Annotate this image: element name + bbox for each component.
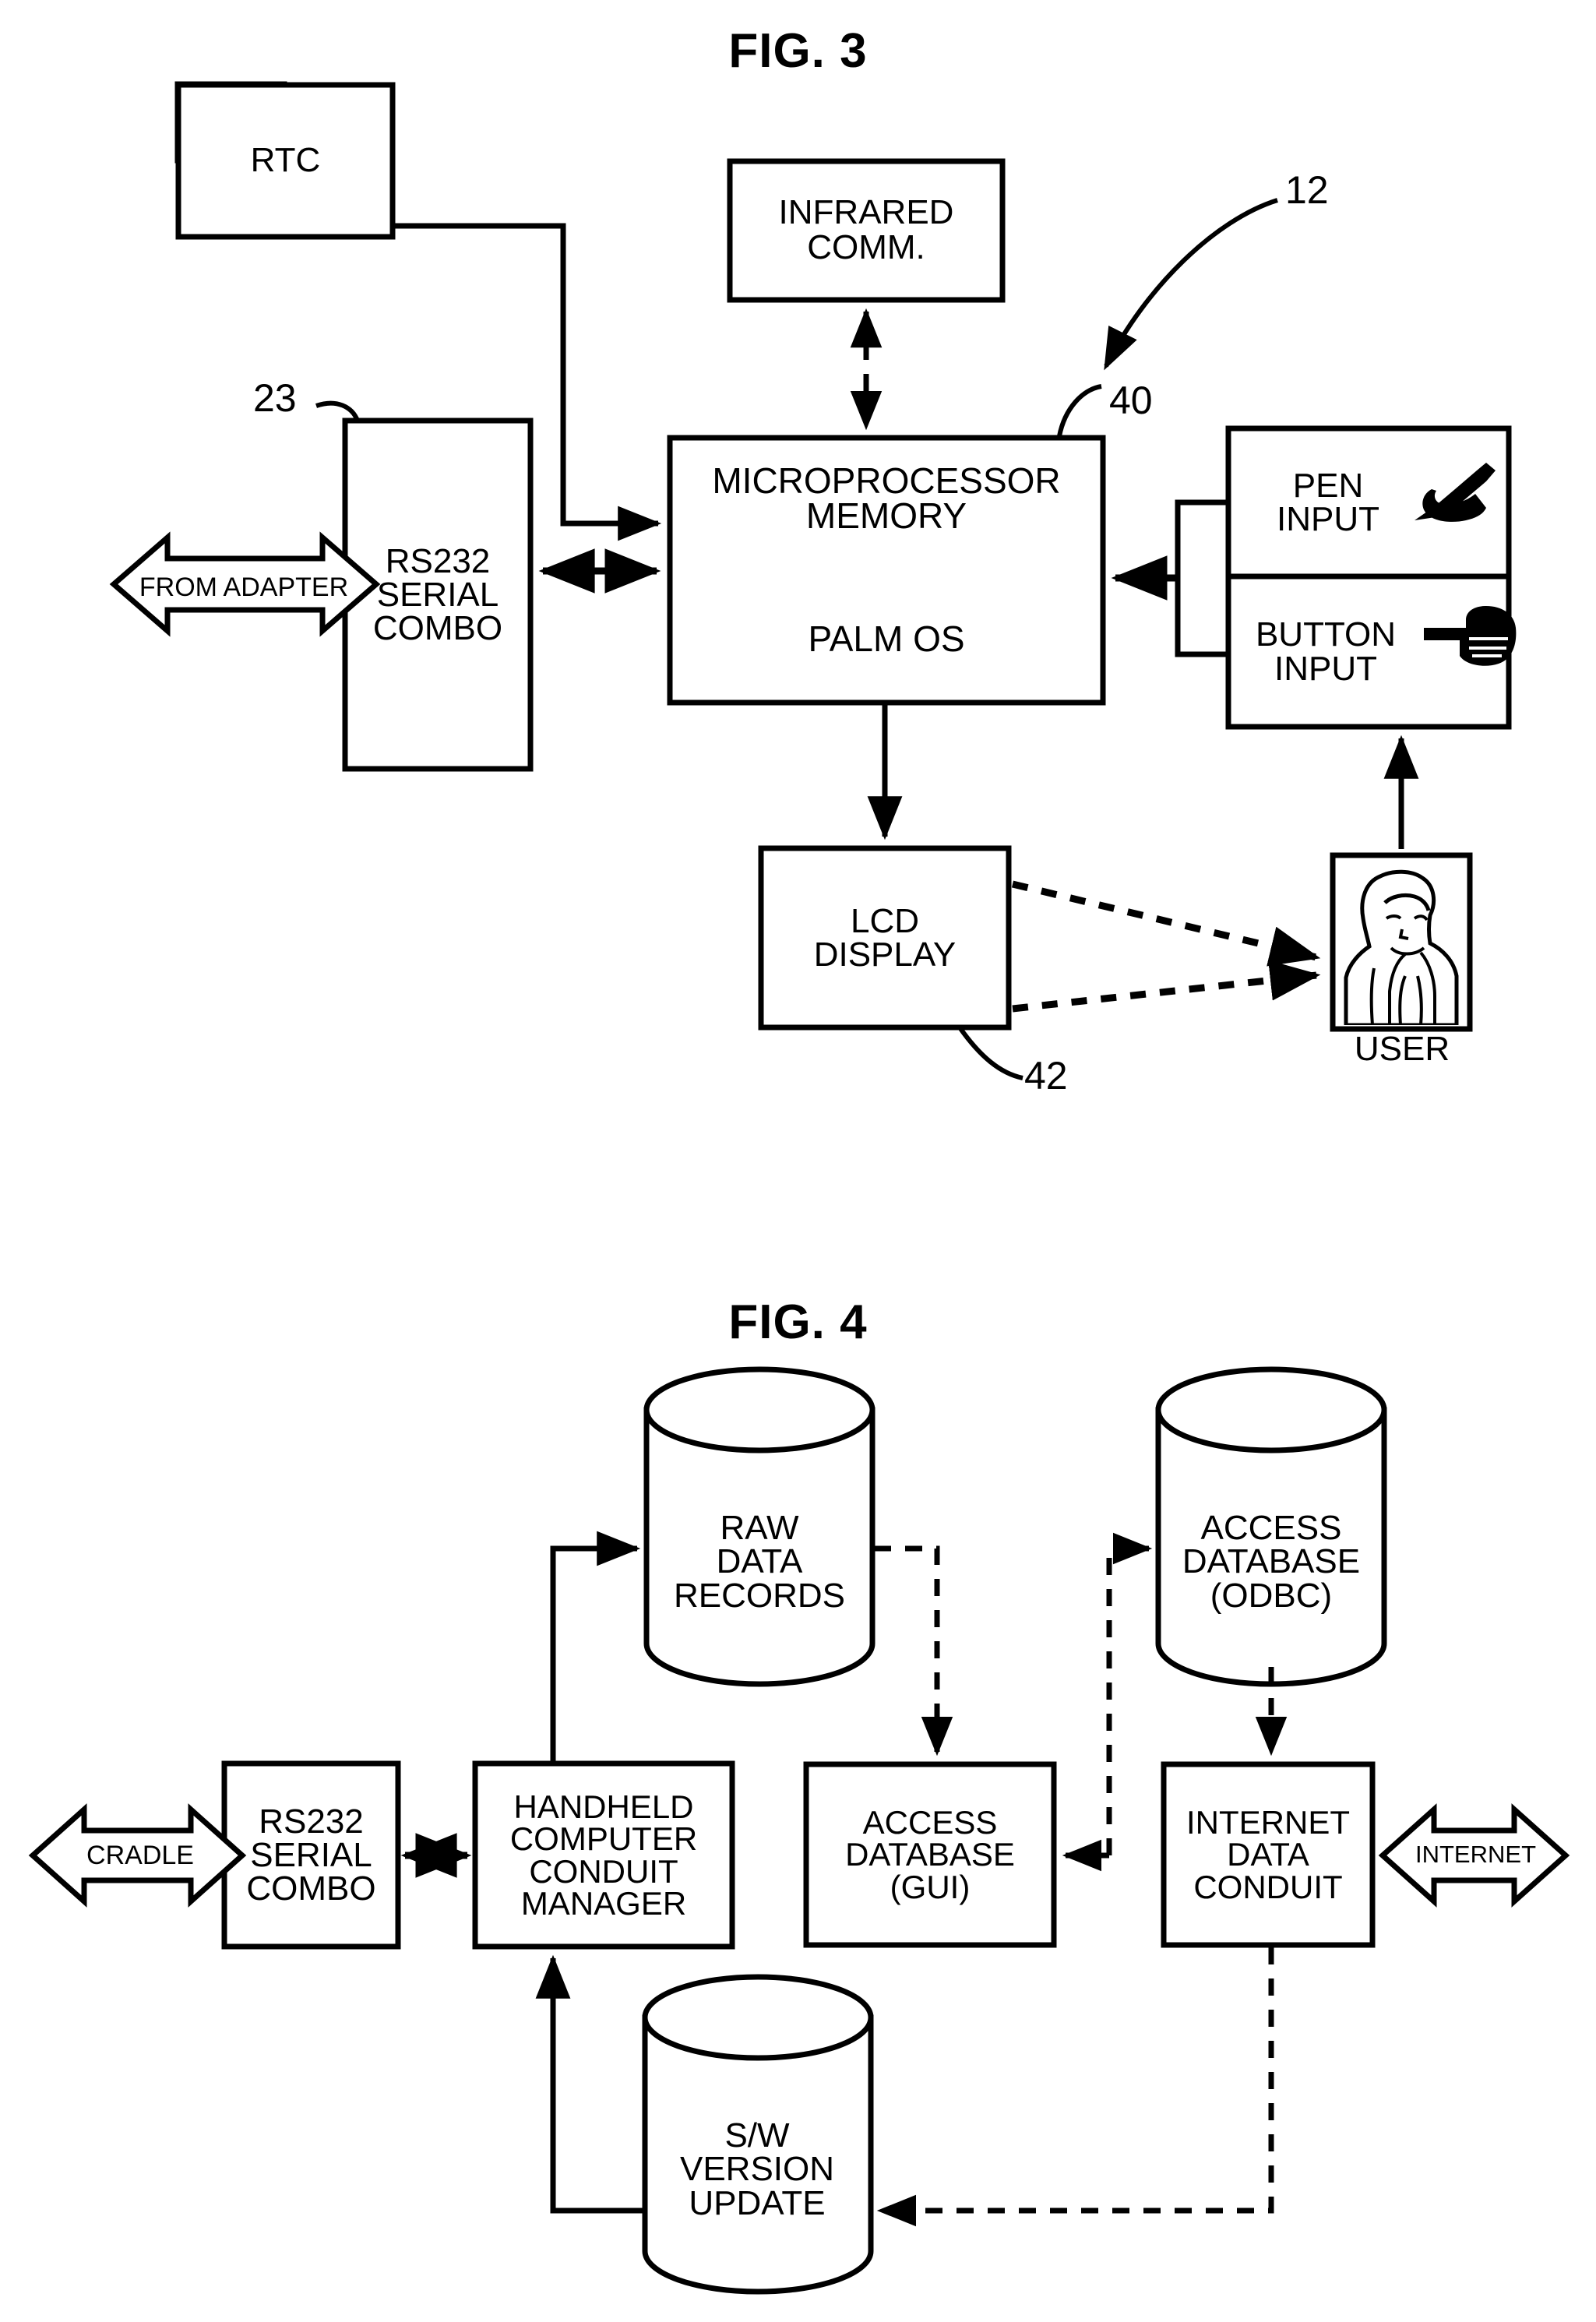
diagram-linework bbox=[28, 81, 1570, 2295]
ref-42-lead-line bbox=[957, 1026, 1023, 1080]
lcd-to-user-dashed-arrow-lower bbox=[1012, 960, 1321, 1013]
input-bracket bbox=[1175, 499, 1228, 657]
internet-conduit-to-sw-update-dashed-arrow bbox=[876, 1947, 1274, 2227]
lcd-display-box bbox=[758, 845, 1012, 1031]
reference-number-42: 42 bbox=[1024, 1054, 1068, 1098]
microprocessor-box bbox=[667, 435, 1106, 706]
raw-data-to-access-gui-dashed-arrow bbox=[874, 1545, 953, 1756]
user-portrait-icon bbox=[1337, 859, 1466, 1025]
infrared-box bbox=[727, 158, 1006, 303]
reference-number-23: 23 bbox=[253, 376, 297, 420]
sw-update-to-conduit-manager-arrow bbox=[535, 1954, 645, 2214]
ref-12-lead-line bbox=[1104, 198, 1278, 371]
sw-version-update-cylinder bbox=[642, 1974, 874, 2295]
conduit-manager-box bbox=[472, 1760, 735, 1950]
lcd-to-user-dashed-arrow-upper bbox=[1011, 880, 1321, 967]
access-gui-to-odbc-dashed-arrow bbox=[1106, 1532, 1153, 1855]
access-gui-box bbox=[803, 1761, 1057, 1948]
raw-data-cylinder bbox=[643, 1366, 876, 1687]
ref-40-lead-line bbox=[1057, 384, 1102, 437]
cradle-label: CRADLE bbox=[86, 1841, 194, 1870]
internet-data-conduit-box bbox=[1161, 1761, 1376, 1948]
fig4-title: FIG. 4 bbox=[728, 1295, 868, 1349]
rs232-box bbox=[342, 418, 534, 772]
conduit-manager-to-raw-data-arrow bbox=[550, 1531, 641, 1764]
user-caption: USER bbox=[1354, 1030, 1450, 1068]
rs232-box-fig4 bbox=[221, 1760, 401, 1950]
fig3-title: FIG. 3 bbox=[728, 24, 868, 78]
reference-number-40: 40 bbox=[1109, 379, 1153, 422]
from-adapter-label: FROM ADAPTER bbox=[139, 573, 349, 602]
reference-number-12: 12 bbox=[1285, 168, 1329, 212]
rtc-box-outline bbox=[175, 82, 396, 240]
access-odbc-cylinder bbox=[1155, 1366, 1387, 1687]
hand-pointing-finger-icon bbox=[1424, 606, 1517, 666]
patent-figure-page: FIG. 3 RTC INFRARED COMM. RS232 SERIAL C… bbox=[0, 0, 1596, 2322]
internet-label: INTERNET bbox=[1415, 1841, 1536, 1868]
hand-writing-pen-icon bbox=[1415, 463, 1496, 522]
